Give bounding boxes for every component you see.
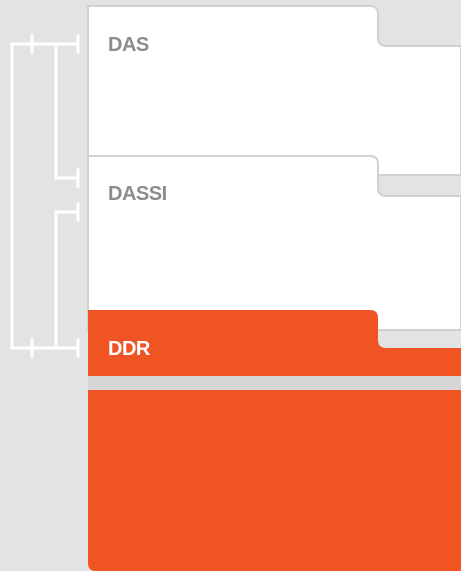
diagram-canvas [10,5,461,571]
folder-label-dassi: DASSI [108,183,167,205]
bracket-inner-upper [54,42,80,180]
folder-das [87,5,461,176]
folder-ddr-body [88,390,461,571]
hierarchy-bracket [10,34,80,358]
bracket-inner-lower [54,210,80,350]
bracket-outer [10,42,34,350]
folder-das-body [87,5,461,176]
folder-label-das: DAS [108,34,149,56]
folder-hierarchy-diagram: DAS DASSI DDR [0,0,461,571]
folder-label-ddr: DDR [108,338,150,360]
